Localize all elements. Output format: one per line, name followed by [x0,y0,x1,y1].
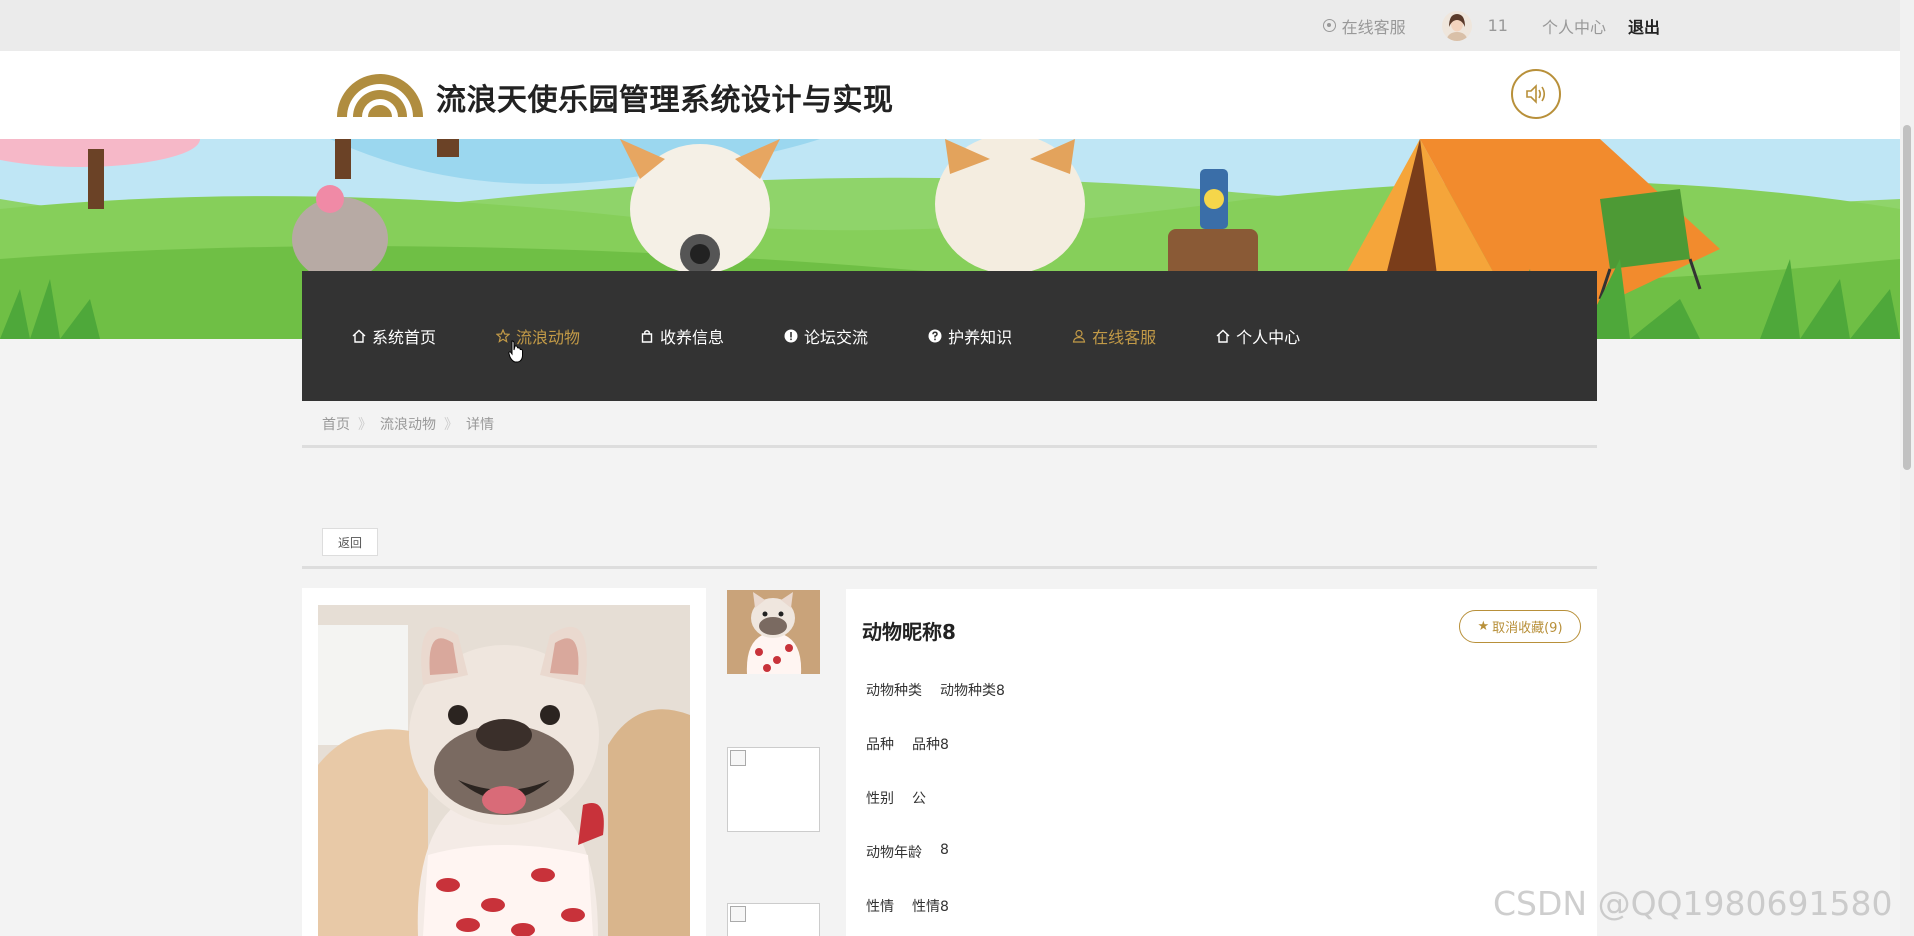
broken-image-icon [730,750,746,766]
nav-item-label: 系统首页 [372,328,437,347]
field-label: 性别 [866,791,894,807]
bag-icon [641,330,653,343]
breadcrumb-section[interactable]: 流浪动物 [380,414,436,434]
field-value: 性情8 [912,899,949,915]
field-value: 动物种类8 [940,683,1005,699]
alert-icon [784,329,798,343]
nav-item-label: 个人中心 [1236,328,1301,347]
site-header: 流浪天使乐园管理系统设计与实现 [0,51,1900,139]
breadcrumb-separator-icon: 》 [358,416,372,433]
avatar[interactable] [1441,10,1472,41]
question-icon [928,329,942,343]
field-value: 品种8 [912,737,949,753]
main-animal-image[interactable] [318,605,690,936]
back-button[interactable]: 返回 [322,528,378,556]
page-scrollbar[interactable] [1900,0,1914,936]
nav-item-adoption[interactable]: 收养信息 [640,324,724,348]
detail-info-card: 动物昵称8 ★ 取消收藏(9) 动物种类 动物种类8 品种 品种8 性别 公 动… [846,589,1597,936]
home-icon [352,329,366,343]
nav-item-care-knowledge[interactable]: 护养知识 [928,324,1012,348]
field-row: 性情 性情8 [866,896,949,916]
field-row: 品种 品种8 [866,734,949,754]
watermark: CSDN @QQ1980691580 [1493,884,1893,923]
nav-item-label: 护养知识 [948,328,1013,347]
field-row: 动物年龄 8 [866,842,949,862]
field-label: 动物种类 [866,683,922,699]
site-title: 流浪天使乐园管理系统设计与实现 [436,83,894,118]
field-label: 动物年龄 [866,845,922,861]
logo [337,74,423,117]
thumbnail-image-broken[interactable] [727,747,820,832]
username[interactable]: 11 [1488,16,1508,35]
field-value: 公 [912,791,926,807]
top-bar-links: 在线客服 11 个人中心 退出 [1322,0,1660,51]
breadcrumb-separator-icon: 》 [444,416,458,433]
nav-item-forum[interactable]: 论坛交流 [784,324,868,348]
online-service-link[interactable]: 在线客服 [1322,14,1406,38]
user-center-link[interactable]: 个人中心 [1542,14,1606,38]
speaker-icon [1526,84,1546,104]
unfavorite-label: 取消收藏(9) [1492,621,1563,636]
animal-nickname: 动物昵称8 [862,620,956,644]
breadcrumb-current: 详情 [466,416,494,433]
broken-image-icon [730,906,746,922]
top-bar: 在线客服 11 个人中心 退出 [0,0,1900,51]
nav-item-label: 在线客服 [1092,328,1157,347]
field-value: 8 [940,842,949,858]
scrollbar-thumb[interactable] [1903,125,1911,470]
nav-item-user-center[interactable]: 个人中心 [1216,324,1300,348]
breadcrumb-home[interactable]: 首页 [322,414,350,434]
user-icon [1072,329,1086,343]
online-service-label: 在线客服 [1341,17,1406,37]
star-icon: ★ [1477,619,1490,634]
thumbnail-image-broken[interactable] [727,903,820,936]
main-image-card [302,588,706,936]
nav-item-label: 论坛交流 [804,328,869,347]
field-label: 性情 [866,899,894,915]
main-nav: 系统首页 流浪动物 收养信息 论坛交流 护养知识 在线客服 个人中心 [302,271,1597,401]
nav-item-home[interactable]: 系统首页 [352,324,436,348]
nav-item-label: 流浪动物 [516,328,581,347]
field-label: 品种 [866,737,894,753]
thumbnail-image[interactable] [727,590,820,674]
sound-button[interactable] [1511,69,1561,119]
home-icon [1216,329,1230,343]
breadcrumb: 首页 》 流浪动物 》 详情 [302,402,1597,448]
back-bar: 返回 [302,520,1597,569]
nav-item-online-service[interactable]: 在线客服 [1072,324,1156,348]
service-icon [1322,19,1336,32]
unfavorite-button[interactable]: ★ 取消收藏(9) [1459,610,1581,643]
nav-item-label: 收养信息 [660,328,725,347]
field-row: 性别 公 [866,788,926,808]
mouse-pointer-icon [508,340,523,363]
logout-link[interactable]: 退出 [1628,14,1660,38]
field-row: 动物种类 动物种类8 [866,680,1005,700]
